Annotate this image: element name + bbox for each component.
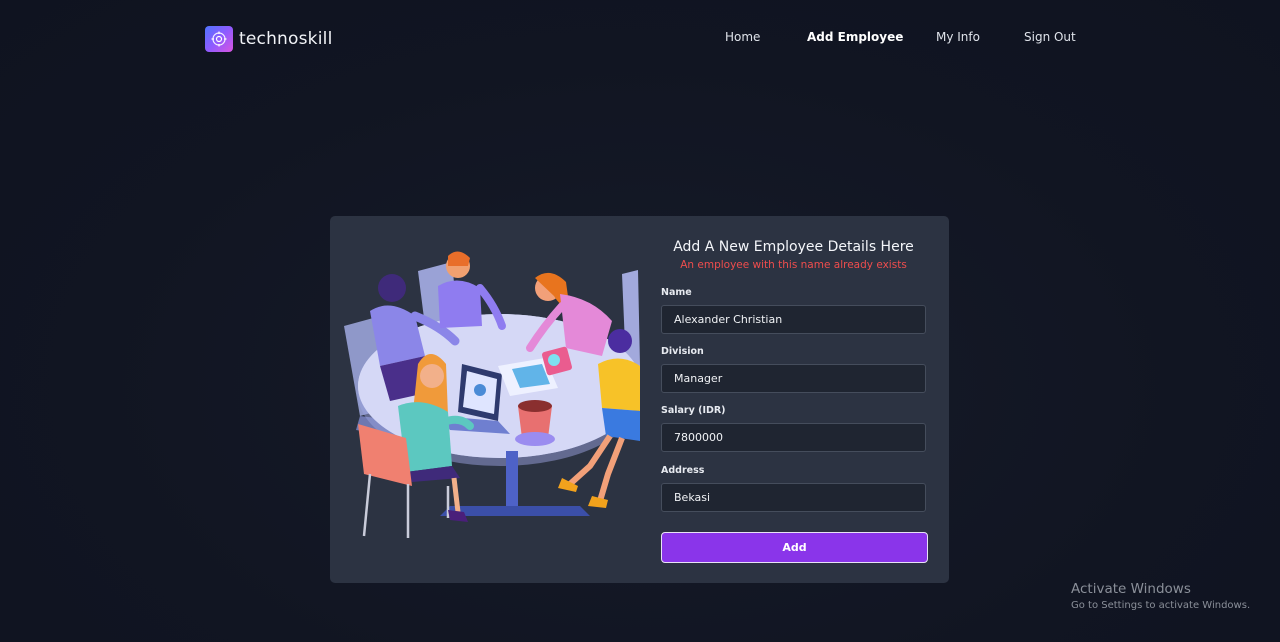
division-input[interactable] [661, 364, 926, 393]
salary-label: Salary (IDR) [661, 405, 726, 416]
brand[interactable]: technoskill [205, 26, 333, 52]
brand-name: technoskill [239, 29, 333, 49]
form-title: Add A New Employee Details Here [673, 239, 914, 255]
salary-input[interactable] [661, 423, 926, 452]
watermark-title: Activate Windows [1071, 581, 1191, 597]
nav-home-link[interactable]: Home [725, 30, 760, 44]
error-message: An employee with this name already exist… [680, 259, 907, 271]
brand-logo-icon [205, 26, 233, 52]
watermark-subtitle: Go to Settings to activate Windows. [1071, 600, 1251, 611]
add-button[interactable]: Add [661, 532, 928, 563]
add-employee-card: Add A New Employee Details Here An emplo… [330, 216, 949, 583]
team-meeting-illustration [344, 251, 640, 538]
address-input[interactable] [661, 483, 926, 512]
nav-my-info-link[interactable]: My Info [936, 30, 980, 44]
name-label: Name [661, 287, 692, 298]
division-label: Division [661, 346, 704, 357]
activate-windows-watermark: Activate Windows Go to Settings to activ… [1071, 581, 1250, 611]
nav-sign-out-link[interactable]: Sign Out [1024, 30, 1076, 44]
name-input[interactable] [661, 305, 926, 334]
address-label: Address [661, 465, 705, 476]
nav-add-employee-link[interactable]: Add Employee [807, 30, 903, 44]
top-navbar: technoskill Home Add Employee My Info Si… [0, 0, 1280, 76]
